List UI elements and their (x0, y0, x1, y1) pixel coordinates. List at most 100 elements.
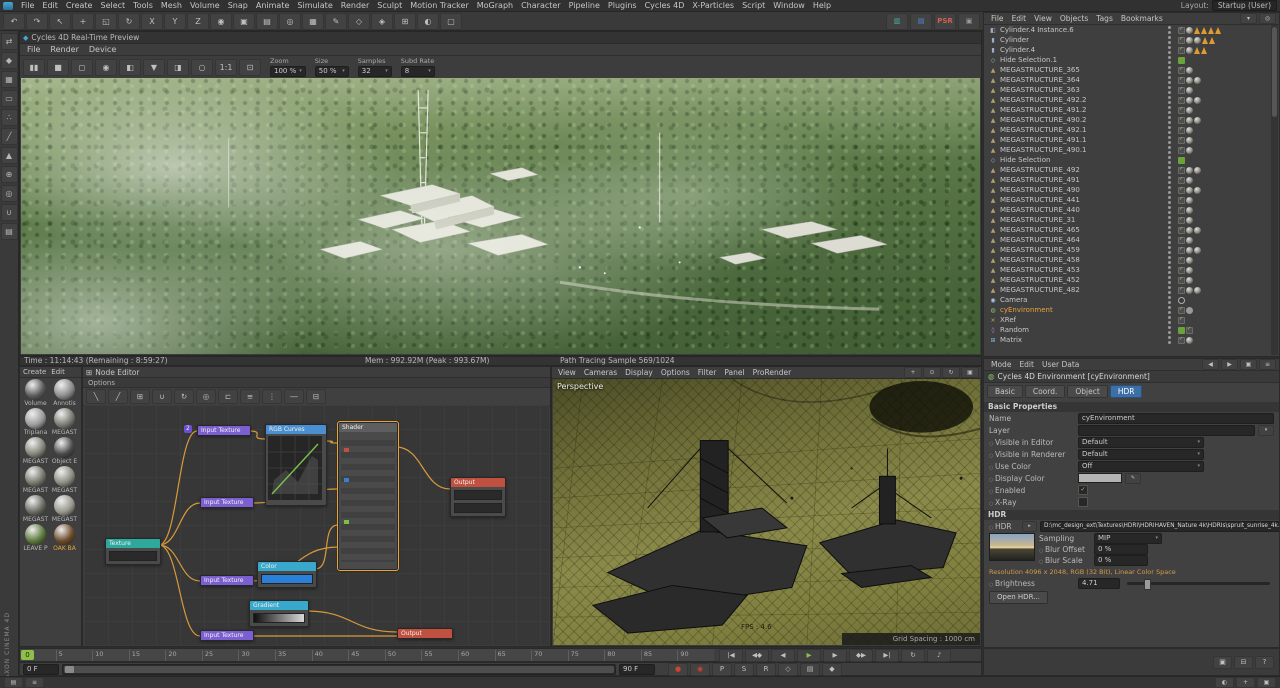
check-tag-icon[interactable] (1178, 337, 1185, 344)
collapse-icon[interactable]: ⊟ (306, 389, 326, 404)
tri-tag-icon[interactable] (1209, 37, 1215, 44)
check-tag-icon[interactable] (1178, 317, 1185, 324)
dual-display-icon[interactable]: ◧ (119, 59, 141, 76)
check-tag-icon[interactable] (1178, 27, 1185, 34)
start-frame-field[interactable]: 0 F (23, 664, 59, 675)
check-tag-icon[interactable] (1178, 307, 1185, 314)
viewport-menu-item[interactable]: Options (657, 367, 694, 379)
visibility-dots[interactable] (1165, 316, 1174, 325)
size-select[interactable]: 50 % (315, 66, 349, 77)
object-row[interactable]: MEGASTRUCTURE_458 (985, 255, 1270, 265)
goto-end-icon[interactable]: ▶| (875, 649, 899, 662)
stop-icon[interactable]: ■ (47, 59, 69, 76)
layout-panes-icon[interactable]: ▥ (886, 13, 908, 30)
layer-picker-icon[interactable]: ▾ (1258, 425, 1274, 436)
texture-mode-icon[interactable]: ▦ (1, 71, 18, 88)
sound-icon[interactable]: ♪ (927, 649, 951, 662)
object-row[interactable]: MEGASTRUCTURE_364 (985, 75, 1270, 85)
object-row[interactable]: Matrix (985, 335, 1270, 345)
visibility-dots[interactable] (1165, 326, 1174, 335)
menu-item[interactable]: File (17, 0, 38, 12)
menu-item[interactable]: Pipeline (565, 0, 604, 12)
object-manager-menu-item[interactable]: View (1030, 13, 1056, 25)
spline-pen-icon[interactable]: ✎ (325, 13, 347, 30)
hdr-thumbnail[interactable] (989, 533, 1035, 561)
check-tag-icon[interactable] (1178, 207, 1185, 214)
node-canvas[interactable]: 2 Input Texture RGB Curves (84, 405, 549, 645)
object-row[interactable]: MEGASTRUCTURE_365 (985, 65, 1270, 75)
coordinate-system-icon[interactable]: ◉ (210, 13, 232, 30)
visibility-dots[interactable] (1165, 306, 1174, 315)
check-tag-icon[interactable] (1178, 167, 1185, 174)
distribute-icon[interactable]: ⋮ (262, 389, 282, 404)
tri-tag-icon[interactable] (1201, 47, 1207, 54)
preview-title-bar[interactable]: ◆ Cycles 4D Real-Time Preview (20, 32, 981, 44)
material-menu-item[interactable]: Edit (51, 366, 65, 378)
node-texture-source[interactable]: Texture (105, 538, 161, 565)
visible-in-editor-select[interactable]: Default (1078, 437, 1204, 448)
visibility-dots[interactable] (1165, 36, 1174, 45)
sphere-tag-icon[interactable] (1186, 287, 1193, 294)
pick-material-icon[interactable]: ◉ (95, 59, 117, 76)
color-swatch-bar[interactable] (261, 574, 313, 584)
display-color-swatch[interactable] (1078, 473, 1122, 483)
sphere-tag-icon[interactable] (1186, 197, 1193, 204)
material-item[interactable]: MEGAST (50, 466, 79, 494)
rendered-forest-image[interactable] (21, 78, 980, 354)
check-tag-icon[interactable] (1186, 327, 1193, 334)
modifier-icon[interactable]: ◈ (371, 13, 393, 30)
attribute-tab[interactable]: Object (1067, 385, 1107, 398)
visibility-dots[interactable] (1165, 96, 1174, 105)
visibility-dots[interactable] (1165, 166, 1174, 175)
timeline-ruler[interactable]: 0 051015202530354045505560657075808590 (20, 649, 714, 661)
camera-label[interactable]: Perspective (557, 382, 603, 391)
mograph-icon[interactable]: ⊞ (394, 13, 416, 30)
sphere-tag-icon[interactable] (1186, 177, 1193, 184)
basic-properties-section[interactable]: Basic Properties (984, 402, 1279, 412)
console-icon[interactable]: ≡ (25, 677, 44, 688)
live-selection-icon[interactable]: ↖ (49, 13, 71, 30)
sphere-tag-icon[interactable] (1186, 67, 1193, 74)
object-row[interactable]: Cylinder.4 (985, 45, 1270, 55)
align-middle-icon[interactable]: ≡ (240, 389, 260, 404)
filter-icon[interactable]: ▾ (1240, 13, 1257, 24)
material-preview-icon[interactable]: ◐ (1215, 677, 1234, 688)
visibility-dots[interactable] (1165, 246, 1174, 255)
visibility-dots[interactable] (1165, 286, 1174, 295)
rotate-view-icon[interactable]: ↻ (942, 367, 960, 378)
sphere-tag-icon[interactable] (1194, 37, 1201, 44)
sphere-tag-icon[interactable] (1186, 217, 1193, 224)
object-manager-menu-item[interactable]: Bookmarks (1117, 13, 1167, 25)
green-tag-icon[interactable] (1178, 327, 1185, 334)
preview-menu-item[interactable]: File (22, 44, 45, 55)
sphere-tag-icon[interactable] (1186, 187, 1193, 194)
check-tag-icon[interactable] (1178, 277, 1185, 284)
render-region-icon[interactable]: ◻ (71, 59, 93, 76)
sphere-tag-icon[interactable] (1186, 277, 1193, 284)
object-row[interactable]: MEGASTRUCTURE_492.1 (985, 125, 1270, 135)
object-row[interactable]: MEGASTRUCTURE_459 (985, 245, 1270, 255)
attribute-tab[interactable]: HDR (1110, 385, 1143, 398)
menu-item[interactable]: Render (337, 0, 373, 12)
pause-icon[interactable]: ▮▮ (23, 59, 45, 76)
visibility-dots[interactable] (1165, 136, 1174, 145)
edges-mode-icon[interactable]: ╱ (1, 128, 18, 145)
workplane-lock-icon[interactable]: ▤ (1, 223, 18, 240)
object-manager-menu-item[interactable]: Tags (1092, 13, 1117, 25)
layer-panel-icon[interactable]: ▣ (1257, 677, 1276, 688)
scale-tool-icon[interactable]: ◱ (95, 13, 117, 30)
record-position-icon[interactable]: P (712, 663, 732, 676)
material-item[interactable]: OAK BA (50, 524, 79, 552)
record-scale-icon[interactable]: S (734, 663, 754, 676)
frame-range-slider[interactable] (62, 664, 616, 675)
visibility-dots[interactable] (1165, 46, 1174, 55)
material-item[interactable]: MEGAST (21, 437, 50, 465)
visibility-dots[interactable] (1165, 266, 1174, 275)
menu-item[interactable]: Tools (129, 0, 157, 12)
menu-item[interactable]: Script (738, 0, 769, 12)
object-row[interactable]: MEGASTRUCTURE_492.2 (985, 95, 1270, 105)
preview-menu-item[interactable]: Render (45, 44, 83, 55)
check-tag-icon[interactable] (1178, 217, 1185, 224)
viewport-menu-item[interactable]: Panel (720, 367, 748, 379)
node-input-texture-1[interactable]: Input Texture (197, 425, 251, 436)
